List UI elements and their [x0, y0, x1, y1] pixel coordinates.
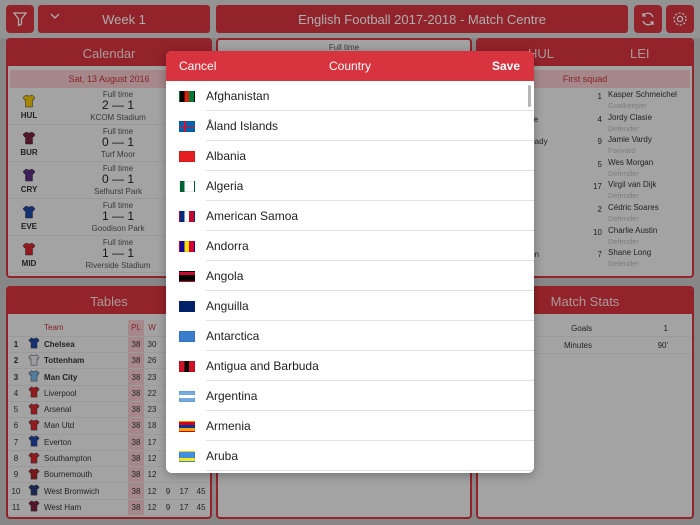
country-item[interactable]: American Samoa: [166, 201, 534, 231]
flag-icon: [179, 361, 195, 372]
flag-icon: [179, 121, 195, 132]
flag-icon: [179, 181, 195, 192]
country-name: Algeria: [206, 179, 244, 193]
flag-icon: [179, 301, 195, 312]
country-item[interactable]: Algeria: [166, 171, 534, 201]
country-item[interactable]: Albania: [166, 141, 534, 171]
modal-header: Cancel Country Save: [166, 51, 534, 81]
country-item[interactable]: Armenia: [166, 411, 534, 441]
flag-icon: [179, 421, 195, 432]
country-item[interactable]: Aruba: [166, 441, 534, 471]
country-item[interactable]: Afghanistan: [166, 81, 534, 111]
country-item[interactable]: Andorra: [166, 231, 534, 261]
flag-icon: [179, 391, 195, 402]
flag-icon: [179, 271, 195, 282]
country-name: Andorra: [206, 239, 249, 253]
country-name: Anguilla: [206, 299, 249, 313]
country-name: Argentina: [206, 389, 258, 403]
country-item[interactable]: Argentina: [166, 381, 534, 411]
country-name: Armenia: [206, 419, 251, 433]
country-name: Angola: [206, 269, 244, 283]
country-item[interactable]: Antigua and Barbuda: [166, 351, 534, 381]
country-name: Albania: [206, 149, 247, 163]
country-picker-modal: Cancel Country Save Afghanistan Åland Isl…: [166, 51, 534, 473]
country-name: Antigua and Barbuda: [206, 359, 319, 373]
flag-icon: [179, 151, 195, 162]
country-list[interactable]: Afghanistan Åland Islands Albania Algeria Am…: [166, 81, 534, 473]
country-name: Åland Islands: [206, 119, 279, 133]
save-button[interactable]: Save: [492, 59, 520, 73]
flag-icon: [179, 451, 195, 462]
flag-icon: [179, 331, 195, 342]
country-item[interactable]: Anguilla: [166, 291, 534, 321]
country-name: Afghanistan: [206, 89, 270, 103]
country-item[interactable]: Angola: [166, 261, 534, 291]
modal-title: Country: [328, 59, 372, 73]
flag-icon: [179, 241, 195, 252]
country-name: Antarctica: [206, 329, 260, 343]
country-name: Aruba: [206, 449, 239, 463]
country-item[interactable]: Åland Islands: [166, 111, 534, 141]
country-name: American Samoa: [206, 209, 299, 223]
flag-icon: [179, 211, 195, 222]
flag-icon: [179, 91, 195, 102]
country-item[interactable]: Antarctica: [166, 321, 534, 351]
